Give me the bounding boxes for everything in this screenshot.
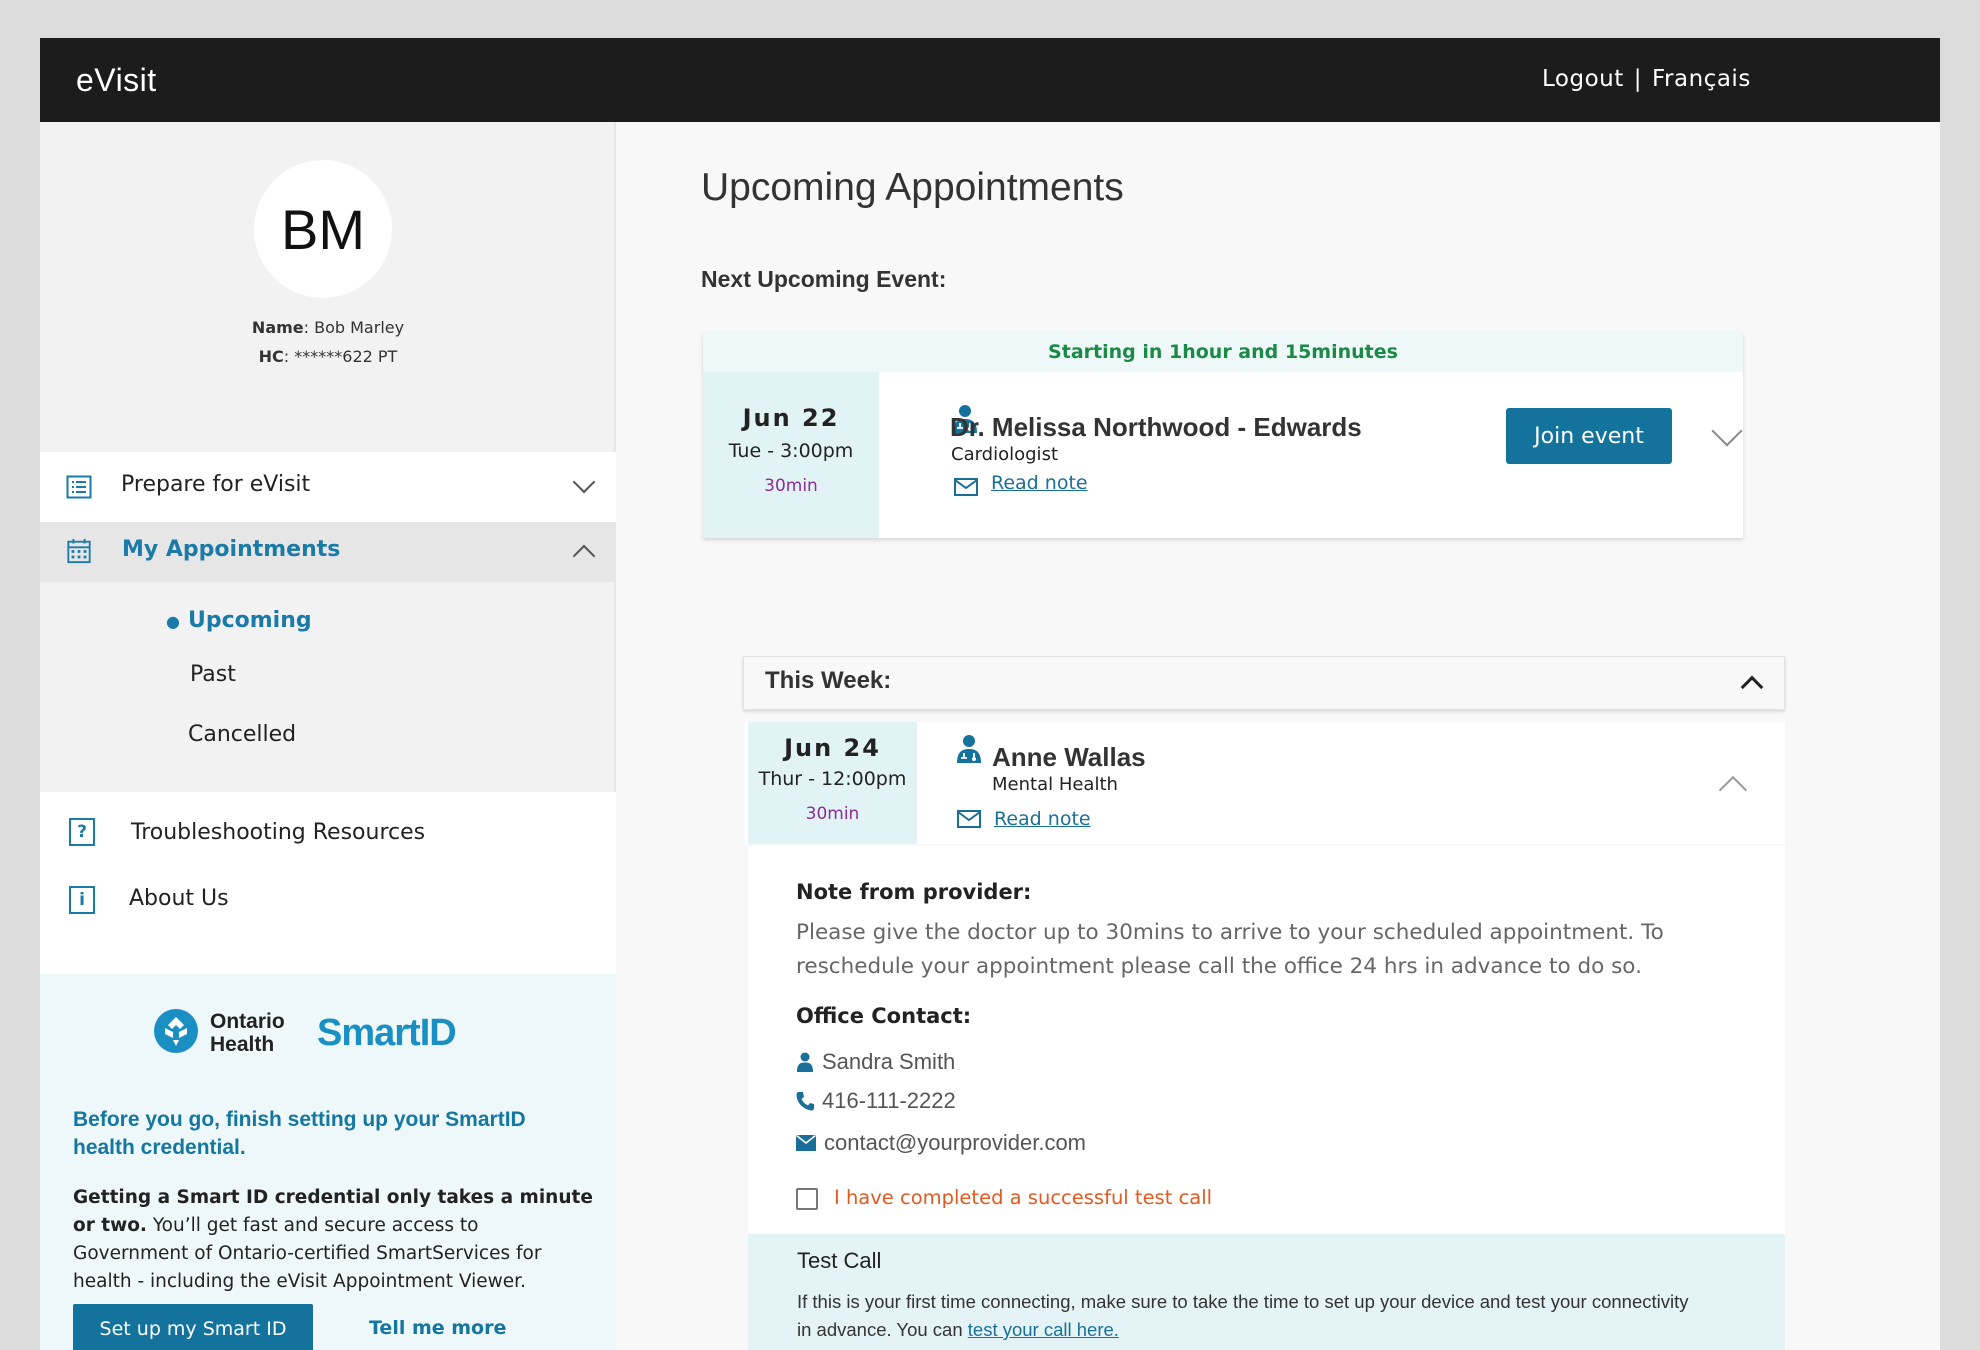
sidebar-item-label: About Us: [129, 886, 229, 911]
sidebar-item-prepare[interactable]: Prepare for eVisit: [40, 452, 616, 522]
provider-note: Please give the doctor up to 30mins to a…: [796, 920, 1664, 979]
event-countdown-banner: Starting in 1hour and 15minutes: [703, 332, 1743, 372]
doctor-specialty: Cardiologist: [951, 444, 1058, 465]
event-day-time: Thur - 12:00pm: [758, 768, 907, 790]
sidebar-subitem-past[interactable]: Past: [190, 662, 236, 687]
sidebar-item-label: Troubleshooting Resources: [131, 820, 426, 845]
mail-icon: [957, 810, 981, 828]
top-links: Logout | Français: [1542, 66, 1751, 92]
sidebar-item-appointments[interactable]: My Appointments: [40, 522, 616, 582]
sidebar-item-label: Prepare for eVisit: [121, 472, 311, 497]
profile-hc: HC: ******622 PT: [40, 347, 616, 366]
week-event-card: Jun 24 Thur - 12:00pm 30min Anne Wallas …: [745, 722, 1785, 844]
sidebar-item-about[interactable]: i About Us: [40, 874, 616, 924]
doctor-icon: [957, 735, 981, 763]
this-week-header[interactable]: This Week:: [743, 656, 1785, 710]
contact-phone-row: 416-111-2222: [796, 1088, 956, 1114]
phone-icon: [796, 1092, 814, 1111]
test-call-text: If this is your first time connecting, m…: [797, 1291, 1689, 1340]
event-date-box: Jun 24 Thur - 12:00pm 30min: [748, 722, 917, 844]
event-day-time: Tue - 3:00pm: [728, 440, 854, 462]
test-call-panel: Test Call If this is your first time con…: [748, 1234, 1785, 1350]
sidebar-item-troubleshooting[interactable]: ? Troubleshooting Resources: [40, 808, 616, 858]
event-date: Jun 24: [784, 734, 881, 762]
top-bar: eVisit Logout | Français: [40, 38, 1940, 122]
smartid-promo: Ontario Health SmartID Before you go, fi…: [40, 974, 616, 1350]
name-label: Name: [251, 318, 304, 337]
contact-email[interactable]: contact@yourprovider.com: [824, 1130, 1086, 1156]
logo-line-1: Ontario: [210, 1010, 285, 1033]
profile-name: Name: Bob Marley: [40, 318, 616, 337]
sidebar: BM Name: Bob Marley HC: ******622 PT Pre…: [40, 122, 616, 1350]
hc-value: : ******622 PT: [283, 347, 398, 366]
sidebar-subitem-upcoming[interactable]: ● Upcoming: [166, 608, 312, 633]
event-duration: 30min: [805, 804, 860, 824]
subitem-label: Upcoming: [187, 608, 312, 633]
page-title: Upcoming Appointments: [701, 166, 1124, 209]
event-date: Jun 22: [742, 404, 840, 432]
test-call-title: Test Call: [797, 1248, 882, 1273]
bullet-icon: ●: [166, 612, 180, 631]
person-icon: [797, 1052, 813, 1072]
chevron-up-icon[interactable]: [1740, 675, 1764, 699]
expand-chevron-down-icon[interactable]: [1711, 415, 1743, 447]
info-icon: i: [69, 886, 95, 914]
read-note-link[interactable]: Read note: [991, 472, 1088, 494]
chevron-down-icon: [572, 470, 596, 494]
join-event-button[interactable]: Join event: [1506, 408, 1672, 464]
hc-label: HC: [258, 347, 284, 366]
contact-phone: 416-111-2222: [822, 1088, 956, 1113]
tell-me-more-link[interactable]: Tell me more: [369, 1317, 506, 1339]
link-separator: |: [1633, 66, 1642, 92]
test-call-checkbox[interactable]: [796, 1188, 818, 1210]
mail-icon: [954, 478, 978, 496]
test-call-body: If this is your first time connecting, m…: [797, 1288, 1697, 1344]
appointment-details: Note from provider: Please give the doct…: [748, 846, 1785, 1350]
name-value: : Bob Marley: [303, 318, 405, 337]
note-label: Note from provider:: [796, 880, 1032, 904]
help-icon: ?: [69, 818, 95, 846]
contact-name-row: Sandra Smith: [796, 1049, 955, 1075]
next-event-label: Next Upcoming Event:: [701, 266, 947, 292]
sidebar-subitem-cancelled[interactable]: Cancelled: [188, 722, 296, 747]
test-call-checkbox-label[interactable]: I have completed a successful test call: [834, 1186, 1212, 1209]
calendar-icon: [67, 538, 91, 564]
brand-logo: eVisit: [76, 62, 157, 98]
app-window: eVisit Logout | Français BM Name: Bob Ma…: [40, 38, 1940, 1350]
contact-email-row: contact@yourprovider.com: [796, 1130, 1086, 1156]
collapse-chevron-up-icon[interactable]: [1718, 775, 1748, 805]
doctor-name: Anne Wallas: [992, 742, 1146, 772]
setup-smartid-button[interactable]: Set up my Smart ID: [73, 1304, 313, 1350]
avatar: BM: [254, 160, 392, 298]
envelope-icon: [796, 1135, 816, 1151]
office-contact-label: Office Contact:: [796, 1004, 972, 1028]
smartid-wordmark: SmartID: [317, 1012, 457, 1054]
logout-link[interactable]: Logout: [1542, 66, 1624, 92]
ontario-health-wordmark: Ontario Health: [210, 1010, 285, 1056]
promo-body: Getting a Smart ID credential only takes…: [73, 1184, 598, 1296]
list-icon: [66, 475, 92, 499]
language-link[interactable]: Français: [1652, 66, 1751, 92]
ontario-health-logo-icon: [154, 1009, 198, 1053]
logo-line-2: Health: [210, 1033, 275, 1056]
sidebar-item-label: My Appointments: [122, 537, 341, 562]
read-note-link[interactable]: Read note: [994, 808, 1091, 830]
contact-name: Sandra Smith: [822, 1049, 956, 1074]
promo-headline: Before you go, finish setting up your Sm…: [73, 1108, 526, 1159]
chevron-up-icon: [572, 544, 596, 568]
this-week-label: This Week:: [765, 667, 892, 694]
doctor-specialty: Mental Health: [992, 774, 1118, 795]
doctor-name: Dr. Melissa Northwood - Edwards: [950, 412, 1362, 442]
event-duration: 30min: [764, 476, 818, 496]
next-event-card: Starting in 1hour and 15minutes Jun 22 T…: [703, 332, 1743, 538]
event-date-box: Jun 22 Tue - 3:00pm 30min: [703, 372, 879, 538]
test-call-link[interactable]: test your call here.: [968, 1319, 1119, 1340]
